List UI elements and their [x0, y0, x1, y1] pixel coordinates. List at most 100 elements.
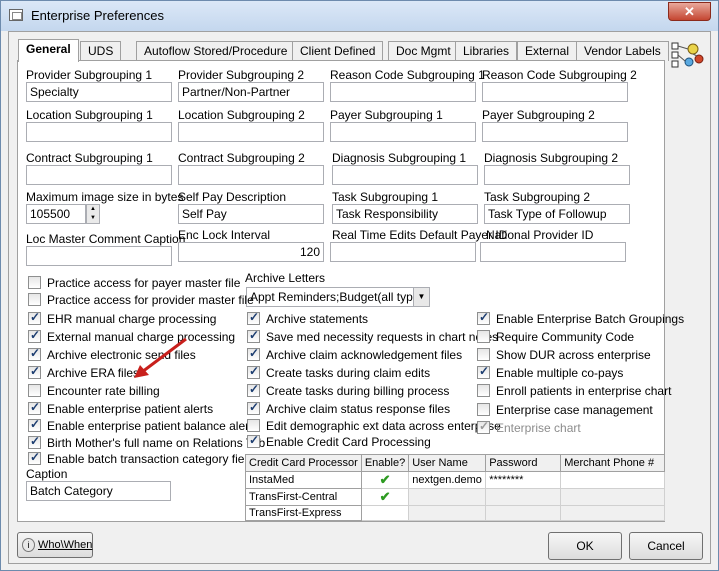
checkbox[interactable] — [477, 310, 490, 325]
column-header[interactable]: Password — [485, 454, 562, 472]
cb-provider-master[interactable]: Practice access for provider master file — [28, 293, 254, 307]
password-cell[interactable]: ******** — [485, 471, 562, 489]
tab-autoflow[interactable]: Autoflow Stored/Procedure — [136, 41, 296, 61]
enable-cell[interactable]: ✔ — [360, 488, 410, 506]
payer-sub1-input[interactable] — [330, 122, 476, 142]
ok-button[interactable]: OK — [548, 532, 622, 560]
tab-client-defined[interactable]: Client Defined — [292, 41, 384, 61]
cb-tasks-claim-edits[interactable]: Create tasks during claim edits — [247, 364, 430, 380]
diagnosis-sub2-input[interactable] — [484, 165, 630, 185]
real-time-input[interactable] — [330, 242, 476, 262]
checkbox[interactable] — [28, 346, 41, 361]
checkbox[interactable] — [247, 400, 260, 415]
cb-payer-master[interactable]: Practice access for payer master file — [28, 276, 240, 290]
npi-input[interactable] — [480, 242, 626, 262]
cb-community-code[interactable]: Require Community Code — [477, 330, 634, 344]
cb-balance-alerts[interactable]: Enable enterprise patient balance alerts — [28, 417, 258, 433]
column-header[interactable]: Merchant Phone # — [560, 454, 666, 472]
phone-cell[interactable] — [560, 488, 666, 506]
cb-batch-category[interactable]: Enable batch transaction category field — [28, 450, 254, 466]
checkbox[interactable] — [28, 434, 41, 449]
enc-lock-input[interactable]: 120 — [178, 242, 324, 262]
user-cell[interactable] — [408, 505, 487, 521]
diagnosis-sub1-input[interactable] — [332, 165, 478, 185]
self-pay-input[interactable]: Self Pay — [178, 204, 324, 224]
reason-sub1-input[interactable] — [330, 82, 476, 102]
checkbox[interactable] — [28, 328, 41, 343]
cb-multiple-copays[interactable]: Enable multiple co-pays — [477, 364, 623, 380]
task-sub2-input[interactable]: Task Type of Followup — [484, 204, 630, 224]
tab-doc-mgmt[interactable]: Doc Mgmt — [388, 41, 459, 61]
cb-claim-status[interactable]: Archive claim status response files — [247, 400, 450, 416]
max-image-spinner[interactable]: ▲ ▼ — [86, 204, 100, 224]
column-header[interactable]: Enable? — [360, 454, 410, 472]
max-image-input[interactable]: 105500 — [26, 204, 86, 224]
tab-uds[interactable]: UDS — [80, 41, 122, 61]
enable-cell[interactable]: ✔ — [360, 471, 410, 489]
cb-enroll-chart[interactable]: Enroll patients in enterprise chart — [477, 384, 671, 398]
processor-cell[interactable]: InstaMed — [245, 471, 362, 489]
checkbox[interactable] — [477, 330, 490, 343]
table-row[interactable]: InstaMed ✔ nextgen.demo ******** — [245, 471, 666, 489]
checkbox[interactable] — [477, 364, 490, 379]
checkbox[interactable] — [477, 384, 490, 397]
provider-sub1-input[interactable]: Specialty — [26, 82, 172, 102]
password-cell[interactable] — [485, 505, 562, 521]
checkbox[interactable] — [28, 400, 41, 415]
processor-cell[interactable]: TransFirst-Express — [245, 505, 362, 521]
cb-archive-era[interactable]: Archive ERA files — [28, 364, 139, 380]
enable-cell[interactable] — [360, 505, 410, 521]
cb-archive-statements[interactable]: Archive statements — [247, 310, 368, 326]
contract-sub1-input[interactable] — [26, 165, 172, 185]
cb-batch-groupings[interactable]: Enable Enterprise Batch Groupings — [477, 310, 684, 326]
checkbox[interactable] — [247, 328, 260, 343]
checkbox[interactable] — [28, 450, 41, 465]
chevron-down-icon[interactable]: ▼ — [413, 288, 429, 306]
processor-cell[interactable]: TransFirst-Central — [245, 488, 362, 506]
cb-med-necessity[interactable]: Save med necessity requests in chart not… — [247, 328, 498, 344]
cb-ehr-manual[interactable]: EHR manual charge processing — [28, 310, 216, 326]
tab-external[interactable]: External — [517, 41, 578, 61]
tab-vendor-labels[interactable]: Vendor Labels — [576, 41, 669, 61]
user-cell[interactable] — [408, 488, 487, 506]
network-icon[interactable] — [671, 41, 705, 69]
checkbox[interactable] — [477, 348, 490, 361]
cb-encounter-rate[interactable]: Encounter rate billing — [28, 384, 160, 398]
tab-general[interactable]: General — [18, 39, 79, 62]
contract-sub2-input[interactable] — [178, 165, 324, 185]
tab-libraries[interactable]: Libraries — [455, 41, 518, 61]
phone-cell[interactable] — [560, 505, 666, 521]
cancel-button[interactable]: Cancel — [629, 532, 703, 560]
spin-down-icon[interactable]: ▼ — [87, 214, 99, 223]
checkbox[interactable] — [28, 364, 41, 379]
column-header[interactable]: Credit Card Processor — [245, 454, 362, 472]
provider-sub2-input[interactable]: Partner/Non-Partner — [178, 82, 324, 102]
cb-tasks-billing[interactable]: Create tasks during billing process — [247, 382, 449, 398]
whowhen-button[interactable]: i Who\When — [17, 532, 93, 558]
cb-birth-mother[interactable]: Birth Mother's full name on Relations Ta… — [28, 434, 265, 450]
cb-claim-ack[interactable]: Archive claim acknowledgement files — [247, 346, 462, 362]
checkbox[interactable] — [247, 419, 260, 432]
location-sub2-input[interactable] — [178, 122, 324, 142]
reason-sub2-input[interactable] — [482, 82, 628, 102]
payer-sub2-input[interactable] — [482, 122, 628, 142]
checkbox[interactable] — [477, 403, 490, 416]
archive-letters-select[interactable]: Appt Reminders;Budget(all types ▼ — [246, 287, 430, 307]
checkbox[interactable] — [247, 433, 260, 448]
checkbox[interactable] — [28, 293, 41, 306]
cb-edit-demographic[interactable]: Edit demographic ext data across enterpr… — [247, 419, 501, 433]
table-row[interactable]: TransFirst-Express — [245, 505, 666, 521]
spin-up-icon[interactable]: ▲ — [87, 205, 99, 214]
cb-credit-card[interactable]: Enable Credit Card Processing — [247, 433, 431, 449]
password-cell[interactable] — [485, 488, 562, 506]
checkbox[interactable] — [247, 364, 260, 379]
checkbox[interactable] — [247, 310, 260, 325]
table-row[interactable]: TransFirst-Central ✔ — [245, 488, 666, 506]
cb-patient-alerts[interactable]: Enable enterprise patient alerts — [28, 400, 213, 416]
phone-cell[interactable] — [560, 471, 666, 489]
column-header[interactable]: User Name — [408, 454, 487, 472]
caption-input[interactable]: Batch Category — [26, 481, 171, 501]
cb-show-dur[interactable]: Show DUR across enterprise — [477, 348, 651, 362]
checkbox[interactable] — [28, 417, 41, 432]
user-cell[interactable]: nextgen.demo — [408, 471, 487, 489]
